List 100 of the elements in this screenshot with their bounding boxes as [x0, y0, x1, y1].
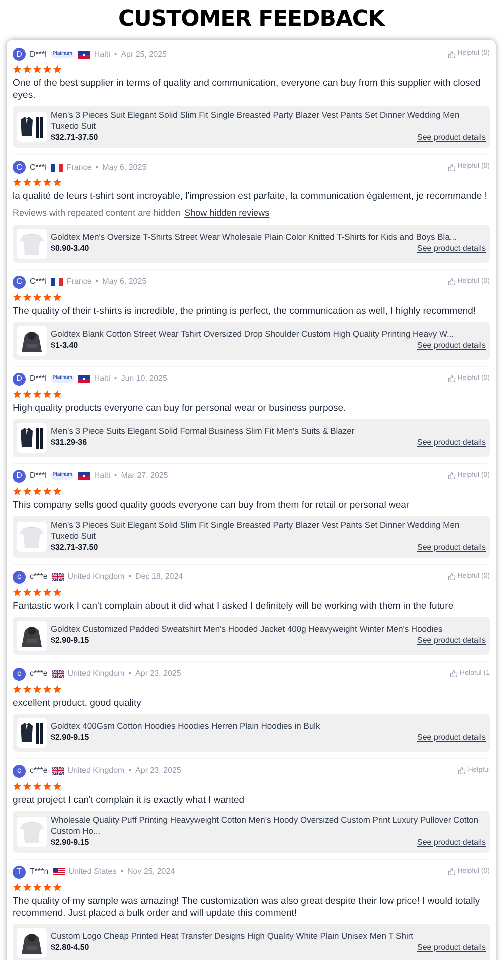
- product-title: Goldtex Customized Padded Sweatshirt Men's Hooded Jacket 400g Heavyweight Winter Men's Hoodies: [51, 624, 444, 635]
- reviewer-name: D***l: [30, 470, 47, 482]
- reviewer-name: c***e: [30, 668, 48, 680]
- show-hidden-reviews-link[interactable]: Show hidden reviews: [184, 207, 270, 220]
- review-text: Fantastic work I can't complain about it did what I asked I definitely will be working with them in the future: [13, 600, 455, 612]
- review-country: France: [66, 162, 92, 174]
- review-date: Apr 25, 2025: [121, 48, 167, 60]
- review-date: May 6, 2025: [102, 162, 147, 174]
- star-icon: [43, 178, 52, 187]
- star-icon: [13, 178, 22, 187]
- star-icon: [53, 178, 62, 187]
- avatar: T: [13, 866, 26, 878]
- flag-icon: [52, 767, 64, 775]
- product-details-link[interactable]: See product details: [418, 243, 486, 255]
- star-icon: [23, 882, 32, 892]
- star-icon: [13, 684, 22, 694]
- star-icon: [33, 882, 42, 892]
- product-card[interactable]: Men's 3 Piece Suits Elegant Solid Formal Business Slim Fit Men's Suits & Blazer $31.29-36 See product details: [13, 418, 490, 456]
- product-card[interactable]: Goldtex Men's Oversize T-Shirts Street Wear Wholesale Plain Color Knitted T-Shirts for Kids and Boys Bla... $0.90-3.40 See product details: [13, 224, 490, 262]
- product-details-link[interactable]: See product details: [418, 836, 486, 848]
- star-icon: [23, 65, 32, 74]
- thumbs-up-icon: [448, 375, 456, 383]
- flag-icon: [78, 375, 90, 383]
- product-details-link[interactable]: See product details: [418, 732, 486, 744]
- review-text: This company sells good quality goods everyone can buy from them for retail or personal wear: [13, 500, 411, 512]
- star-icon: [33, 178, 42, 187]
- star-icon: [23, 588, 32, 596]
- star-icon: [43, 588, 52, 596]
- star-icon: [53, 292, 62, 302]
- avatar: c: [13, 764, 26, 778]
- avatar: C: [13, 161, 26, 174]
- product-card[interactable]: Custom Logo Cheap Printed Heat Transfer Designs High Quality White Plain Unisex Men T Shirt $2.80-4.50 See product details: [13, 924, 490, 960]
- review-date: Apr 23, 2025: [136, 668, 182, 680]
- product-title: Men's 3 Pieces Suit Elegant Solid Slim Fit Single Breasted Party Blazer Vest Pants Set Dinner Wedding Men Tuxedo Suit: [51, 110, 461, 132]
- star-icon: [13, 588, 22, 596]
- product-card[interactable]: Men's 3 Pieces Suit Elegant Solid Slim Fit Single Breasted Party Blazer Vest Pants Set Dinner Wedding Men Tuxedo Suit $32.71-37.50 See product details: [13, 106, 490, 148]
- product-details-link[interactable]: See product details: [418, 542, 486, 554]
- star-icon: [23, 178, 32, 187]
- product-details-link[interactable]: See product details: [418, 437, 486, 449]
- star-icon: [13, 292, 22, 302]
- flag-icon: [52, 868, 65, 876]
- star-icon: [23, 486, 32, 496]
- thumbs-up-icon: [448, 472, 456, 480]
- star-icon: [13, 486, 22, 496]
- star-icon: [43, 782, 52, 790]
- star-icon: [43, 486, 52, 496]
- separator-dot: •: [96, 276, 99, 288]
- product-card[interactable]: Wholesale Quality Puff Printing Heavyweight Cotton Men's Hoody Oversized Custom Print Luxury Pullover Cotton Custom Ho... $2.90-9.15 See product details: [13, 810, 490, 852]
- separator-dot: •: [128, 668, 132, 680]
- review-text: la qualité de leurs t-shirt sont incroyable, l'impression est parfaite, la communication également, je recommande !: [13, 191, 488, 203]
- star-icon: [53, 882, 62, 892]
- avatar: D: [13, 372, 26, 386]
- product-details-link[interactable]: See product details: [418, 132, 486, 144]
- product-details-link[interactable]: See product details: [418, 942, 486, 954]
- review-text: One of the best supplier in terms of quality and communication, everyone can buy from this supplier with closed eyes.: [13, 78, 482, 102]
- star-icon: [43, 390, 52, 398]
- product-price: $1-3.40: [51, 340, 78, 352]
- separator-dot: •: [128, 571, 132, 583]
- avatar: D: [13, 470, 26, 482]
- star-icon: [53, 390, 62, 398]
- product-title: Goldtex 400Gsm Cotton Hoodies Hoodies Herren Plain Hoodies in Bulk: [51, 721, 322, 732]
- review-date: Mar 27, 2025: [121, 470, 168, 482]
- review-date: Jun 10, 2025: [121, 373, 168, 385]
- product-price: $0.90-3.40: [51, 243, 90, 255]
- separator-dot: •: [114, 470, 118, 482]
- review-text: The quality of my sample was amazing! The customization was also great despite their low price! I would totally recommend. Just placed a bulk order and will update this comment!: [13, 896, 482, 920]
- page-title: CUSTOMER FEEDBACK: [118, 6, 385, 34]
- product-card[interactable]: Goldtex Blank Cotton Street Wear Tshirt Oversized Drop Shoulder Custom High Quality Printing Heavy W... $1-3.40 See product details: [13, 322, 490, 360]
- product-title: Men's 3 Pieces Suit Elegant Solid Slim Fit Single Breasted Party Blazer Vest Pants Set Dinner Wedding Men Tuxedo Suit: [51, 520, 461, 542]
- star-icon: [13, 782, 22, 790]
- product-details-link[interactable]: See product details: [418, 635, 486, 647]
- product-details-link[interactable]: See product details: [418, 340, 486, 352]
- avatar: c: [13, 668, 26, 680]
- thumbs-up-icon: [458, 767, 466, 775]
- product-card[interactable]: Goldtex 400Gsm Cotton Hoodies Hoodies Herren Plain Hoodies in Bulk $2.90-9.15 See product details: [13, 714, 490, 752]
- review-country: Haiti: [94, 373, 110, 385]
- star-icon: [23, 782, 32, 790]
- product-title: Goldtex Men's Oversize T-Shirts Street Wear Wholesale Plain Color Knitted T-Shirts for Kids and Boys Bla...: [51, 232, 458, 243]
- star-icon: [43, 65, 52, 74]
- reviewer-name: c***e: [30, 571, 48, 583]
- thumbs-up-icon: [448, 50, 456, 58]
- review-country: United Kingdom: [68, 668, 125, 680]
- product-price: $32.71-37.50: [51, 542, 98, 554]
- product-price: $2.90-9.15: [51, 635, 90, 647]
- product-title: Custom Logo Cheap Printed Heat Transfer Designs High Quality White Plain Unisex Men T Shirt: [51, 931, 415, 942]
- review-country: Haiti: [94, 470, 110, 482]
- star-icon: [23, 684, 32, 694]
- product-card[interactable]: Men's 3 Pieces Suit Elegant Solid Slim Fit Single Breasted Party Blazer Vest Pants Set Dinner Wedding Men Tuxedo Suit $32.71-37.50 See product details: [13, 516, 490, 558]
- product-card[interactable]: Goldtex Customized Padded Sweatshirt Men's Hooded Jacket 400g Heavyweight Winter Men's Hoodies $2.90-9.15 See product details: [13, 616, 490, 654]
- star-icon: [43, 882, 52, 892]
- review-date: Dec 18, 2024: [136, 571, 184, 583]
- thumbs-up-icon: [450, 670, 458, 678]
- avatar: C: [13, 276, 26, 288]
- reviewer-name: C***i: [30, 162, 47, 174]
- review-date: Nov 25, 2024: [128, 866, 176, 878]
- product-price: $31.29-36: [51, 437, 88, 449]
- star-icon: [13, 390, 22, 398]
- flag-icon: [52, 573, 64, 581]
- star-icon: [33, 782, 42, 790]
- product-price: $2.90-9.15: [51, 836, 90, 848]
